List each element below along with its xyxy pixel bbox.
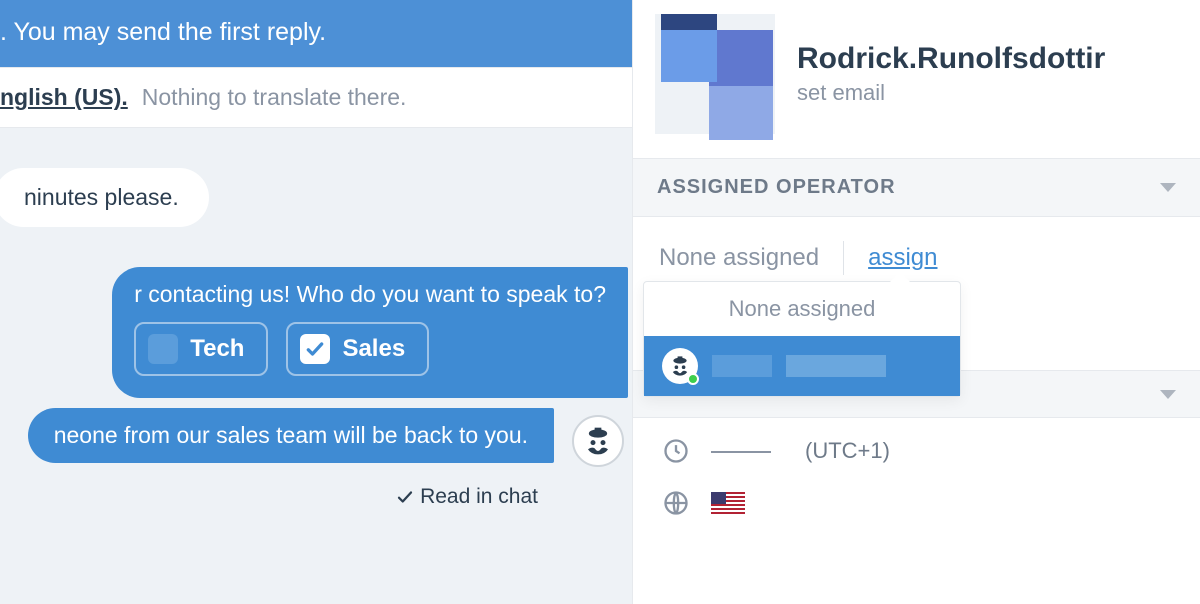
info-row-locale bbox=[659, 477, 1174, 529]
separator bbox=[843, 241, 844, 275]
first-reply-banner: . You may send the first reply. bbox=[0, 0, 632, 67]
bot-avatar bbox=[572, 415, 624, 467]
choice-tech[interactable]: Tech bbox=[134, 322, 268, 376]
language-bar: nglish (US). Nothing to translate there. bbox=[0, 67, 632, 128]
assign-dropdown: None assigned bbox=[643, 281, 961, 397]
bot-choice-bubble: r contacting us! Who do you want to spea… bbox=[112, 267, 628, 398]
side-panel: Rodrick.Runolfsdottir set email ASSIGNED… bbox=[632, 0, 1200, 604]
user-message: ninutes please. bbox=[0, 168, 209, 227]
bot-reply-row: neone from our sales team will be back t… bbox=[28, 408, 628, 473]
choice-label: Tech bbox=[190, 335, 244, 363]
profile-text: Rodrick.Runolfsdottir set email bbox=[797, 42, 1105, 106]
bot-reply-bubble: neone from our sales team will be back t… bbox=[28, 408, 554, 463]
operator-name-placeholder bbox=[712, 355, 772, 377]
bot-reply-text: neone from our sales team will be back t… bbox=[54, 422, 528, 448]
assign-link[interactable]: assign bbox=[868, 244, 937, 272]
timezone-blank bbox=[711, 449, 771, 453]
check-icon bbox=[396, 488, 414, 506]
assignment-status: None assigned bbox=[659, 244, 819, 272]
chevron-down-icon bbox=[1160, 183, 1176, 192]
read-indicator-text: Read in chat bbox=[420, 485, 538, 509]
choice-label: Sales bbox=[342, 335, 405, 363]
profile-name: Rodrick.Runolfsdottir bbox=[797, 42, 1105, 76]
us-flag-icon bbox=[711, 492, 745, 514]
user-message-text: ninutes please. bbox=[24, 184, 179, 210]
bot-message-group: r contacting us! Who do you want to spea… bbox=[0, 267, 632, 509]
globe-icon bbox=[659, 489, 693, 517]
choice-sales[interactable]: Sales bbox=[286, 322, 429, 376]
profile-avatar bbox=[655, 14, 775, 134]
chevron-down-icon bbox=[1160, 390, 1176, 399]
banner-text: . You may send the first reply. bbox=[0, 18, 326, 46]
chat-panel: . You may send the first reply. nglish (… bbox=[0, 0, 632, 604]
info-row-timezone: (UTC+1) bbox=[659, 425, 1174, 477]
bot-question-text: r contacting us! Who do you want to spea… bbox=[134, 281, 606, 308]
bot-face-icon bbox=[581, 426, 615, 456]
set-email-link[interactable]: set email bbox=[797, 80, 1105, 106]
timezone-value: (UTC+1) bbox=[805, 438, 890, 464]
profile-header: Rodrick.Runolfsdottir set email bbox=[633, 0, 1200, 158]
checkbox-checked-icon bbox=[300, 334, 330, 364]
dropdown-operator-option[interactable] bbox=[644, 336, 960, 396]
choice-row: Tech Sales bbox=[134, 322, 606, 376]
assignment-row: None assigned assign None assigned bbox=[633, 217, 1200, 295]
section-title: ASSIGNED OPERATOR bbox=[657, 176, 896, 199]
checkbox-icon bbox=[148, 334, 178, 364]
clock-icon bbox=[659, 437, 693, 465]
operator-avatar bbox=[662, 348, 698, 384]
dropdown-none-option[interactable]: None assigned bbox=[644, 282, 960, 336]
language-note: Nothing to translate there. bbox=[142, 84, 407, 111]
language-selector[interactable]: nglish (US). bbox=[0, 84, 128, 111]
operator-name-placeholder bbox=[786, 355, 886, 377]
presence-online-icon bbox=[687, 373, 699, 385]
assigned-operator-header[interactable]: ASSIGNED OPERATOR bbox=[633, 158, 1200, 217]
read-indicator: Read in chat bbox=[396, 485, 628, 509]
